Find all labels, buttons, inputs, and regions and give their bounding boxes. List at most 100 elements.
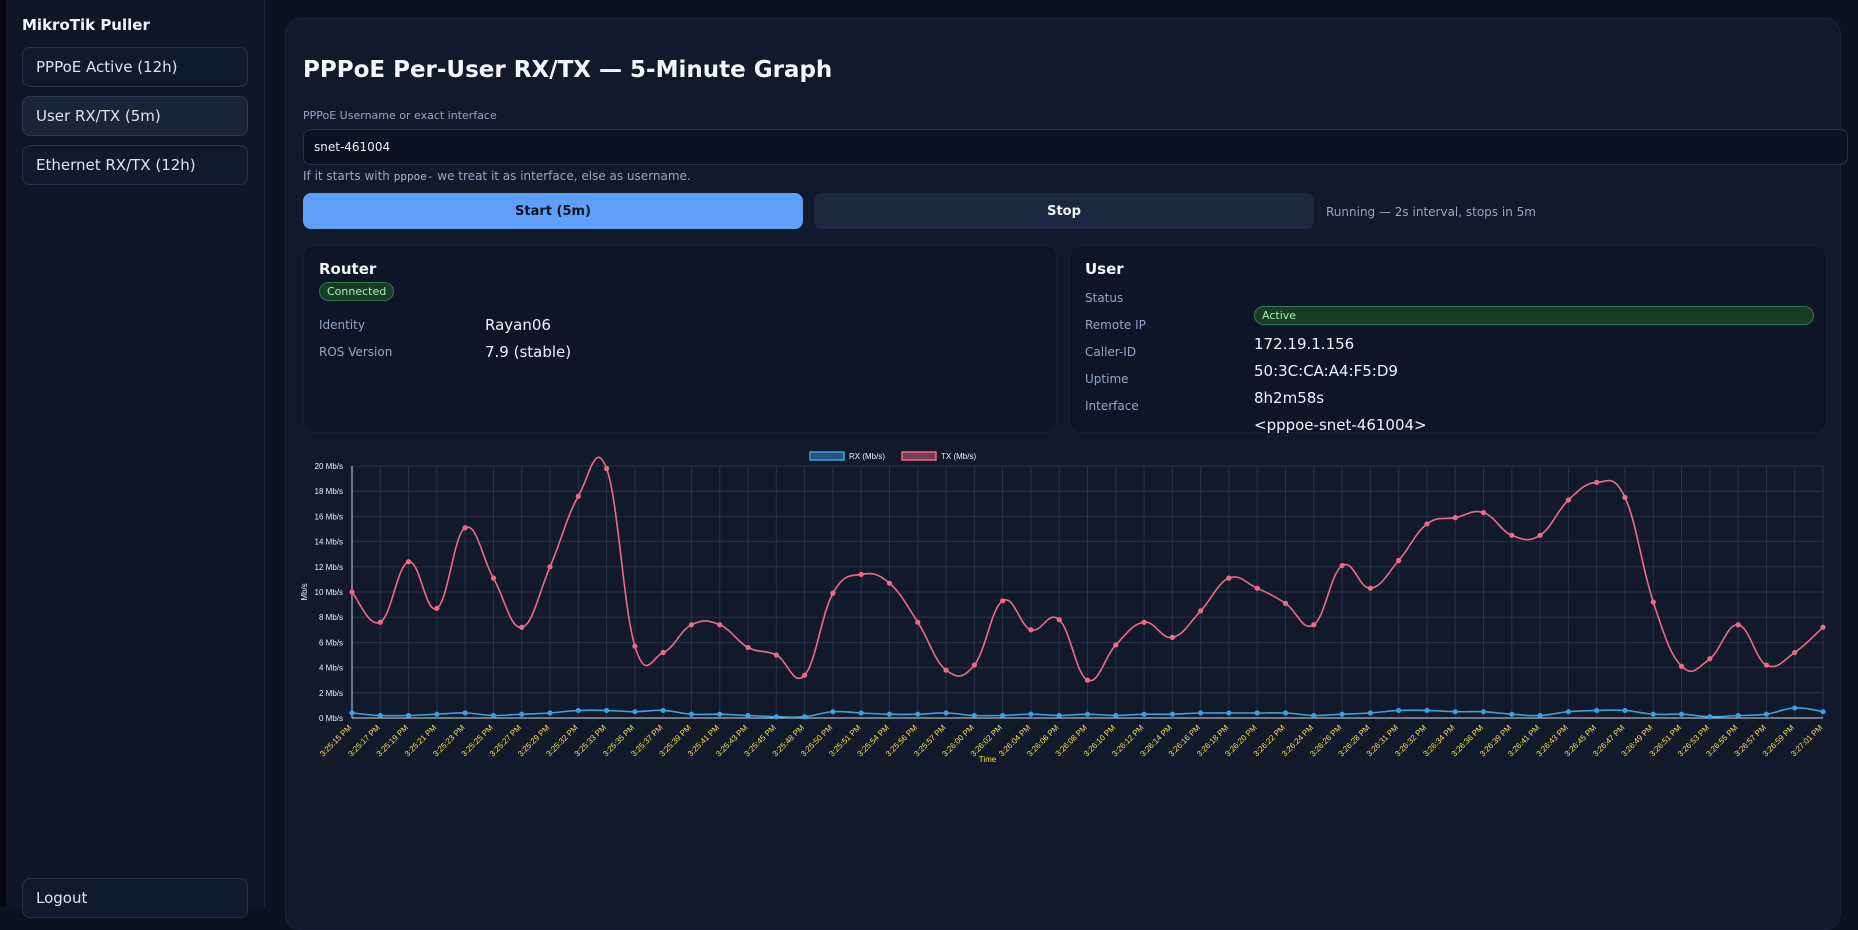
rx-point xyxy=(547,710,553,716)
rx-point xyxy=(1311,712,1317,719)
tx-point xyxy=(688,622,695,628)
rx-point xyxy=(745,712,751,719)
user-status-badge: Active xyxy=(1254,306,1814,325)
y-tick-label: 0 Mb/s xyxy=(319,714,343,723)
rx-point xyxy=(1792,705,1798,711)
rx-point xyxy=(858,710,864,716)
router-status-badge: Connected xyxy=(319,282,395,301)
tx-point xyxy=(858,571,864,577)
tx-point xyxy=(519,624,525,630)
caller-id-value: 50:3C:CA:A4:F5:D9 xyxy=(1254,362,1398,380)
rx-point xyxy=(1396,707,1402,714)
rx-point xyxy=(1509,711,1515,717)
tx-point xyxy=(1339,562,1345,569)
rx-point xyxy=(660,707,666,714)
tx-point xyxy=(1396,557,1402,564)
tx-point xyxy=(1141,619,1147,625)
rx-legend-swatch xyxy=(809,451,845,461)
rx-point xyxy=(1537,712,1543,719)
rx-point xyxy=(1678,711,1685,717)
run-status-text: Running — 2s interval, stops in 5m xyxy=(1326,205,1536,219)
rx-point xyxy=(1056,712,1062,719)
rx-point xyxy=(1594,707,1600,714)
rx-point xyxy=(943,710,949,716)
start-button[interactable]: Start (5m) xyxy=(303,193,803,229)
router-card: Router Connected Identity Rayan06 ROS Ve… xyxy=(303,245,1057,433)
tx-point xyxy=(745,644,751,651)
tx-point xyxy=(1509,532,1515,538)
username-input[interactable] xyxy=(303,129,1848,165)
hint-code: pppoe- xyxy=(393,170,434,183)
ros-version-label: ROS Version xyxy=(319,345,393,359)
router-card-title: Router xyxy=(319,260,377,278)
rx-point xyxy=(1198,710,1204,716)
rx-point xyxy=(1650,711,1656,717)
tx-point xyxy=(1480,510,1487,516)
tx-point xyxy=(717,622,723,628)
tx-point xyxy=(1169,634,1175,640)
input-hint: If it starts with pppoe- we treat it as … xyxy=(303,169,691,183)
tx-point xyxy=(1000,598,1006,604)
y-axis-title: Mb/s xyxy=(300,583,309,600)
tx-point xyxy=(462,525,468,531)
rx-point xyxy=(1480,709,1487,715)
sidebar: MikroTik Puller PPPoE Active (12h) User … xyxy=(6,0,265,918)
rx-point xyxy=(1367,710,1373,716)
rx-point xyxy=(1424,707,1430,714)
tx-point xyxy=(1678,663,1685,669)
tx-point xyxy=(1226,575,1232,581)
identity-label: Identity xyxy=(319,318,365,332)
app-brand: MikroTik Puller xyxy=(22,16,150,34)
tx-point xyxy=(547,564,553,570)
tx-point xyxy=(1198,608,1204,614)
tx-point xyxy=(632,643,638,649)
rx-point xyxy=(773,714,779,720)
rx-point xyxy=(717,711,723,717)
tx-point xyxy=(1650,599,1656,605)
x-axis-title: Time xyxy=(979,755,997,764)
y-tick-label: 8 Mb/s xyxy=(319,613,343,622)
y-tick-label: 10 Mb/s xyxy=(315,588,343,597)
y-tick-label: 4 Mb/s xyxy=(319,664,343,673)
tx-point xyxy=(1028,627,1034,633)
rx-legend-label: RX (Mb/s) xyxy=(849,452,885,461)
tx-point xyxy=(1367,585,1373,591)
tx-point xyxy=(1084,677,1091,683)
y-tick-label: 14 Mb/s xyxy=(315,538,343,547)
tx-point xyxy=(490,575,497,581)
tx-point xyxy=(1113,642,1119,648)
tx-point xyxy=(1565,497,1572,503)
interface-value: <pppoe-snet-461004> xyxy=(1254,416,1427,434)
rx-point xyxy=(1113,712,1119,719)
nav-ethernet-rxtx[interactable]: Ethernet RX/TX (12h) xyxy=(22,145,248,185)
tx-point xyxy=(971,662,977,668)
rx-point xyxy=(1565,709,1572,715)
rx-point xyxy=(575,707,581,714)
identity-value: Rayan06 xyxy=(485,316,551,334)
rx-point xyxy=(377,712,383,719)
tx-point xyxy=(349,589,355,595)
rx-point xyxy=(1735,712,1741,719)
remote-ip-value: 172.19.1.156 xyxy=(1254,335,1355,353)
rx-point xyxy=(1169,711,1175,717)
y-tick-label: 16 Mb/s xyxy=(315,512,343,521)
nav-pppoe-active[interactable]: PPPoE Active (12h) xyxy=(22,47,248,87)
tx-point xyxy=(802,672,808,678)
rx-point xyxy=(1226,710,1232,716)
rx-point xyxy=(632,709,638,715)
tx-point xyxy=(603,465,610,472)
tx-point xyxy=(1594,479,1600,485)
tx-point xyxy=(1452,515,1458,521)
ros-version-value: 7.9 (stable) xyxy=(485,343,572,361)
tx-point xyxy=(1537,532,1543,538)
nav-user-rxtx[interactable]: User RX/TX (5m) xyxy=(22,96,248,136)
y-tick-label: 18 Mb/s xyxy=(315,487,343,496)
logout-button[interactable]: Logout xyxy=(22,878,248,918)
stop-button[interactable]: Stop xyxy=(814,193,1314,229)
rx-point xyxy=(886,711,893,717)
username-field-label: PPPoE Username or exact interface xyxy=(303,109,497,122)
interface-label: Interface xyxy=(1085,399,1139,413)
caller-id-label: Caller-ID xyxy=(1085,345,1137,359)
user-card-title: User xyxy=(1085,260,1124,278)
y-tick-label: 2 Mb/s xyxy=(319,689,343,698)
